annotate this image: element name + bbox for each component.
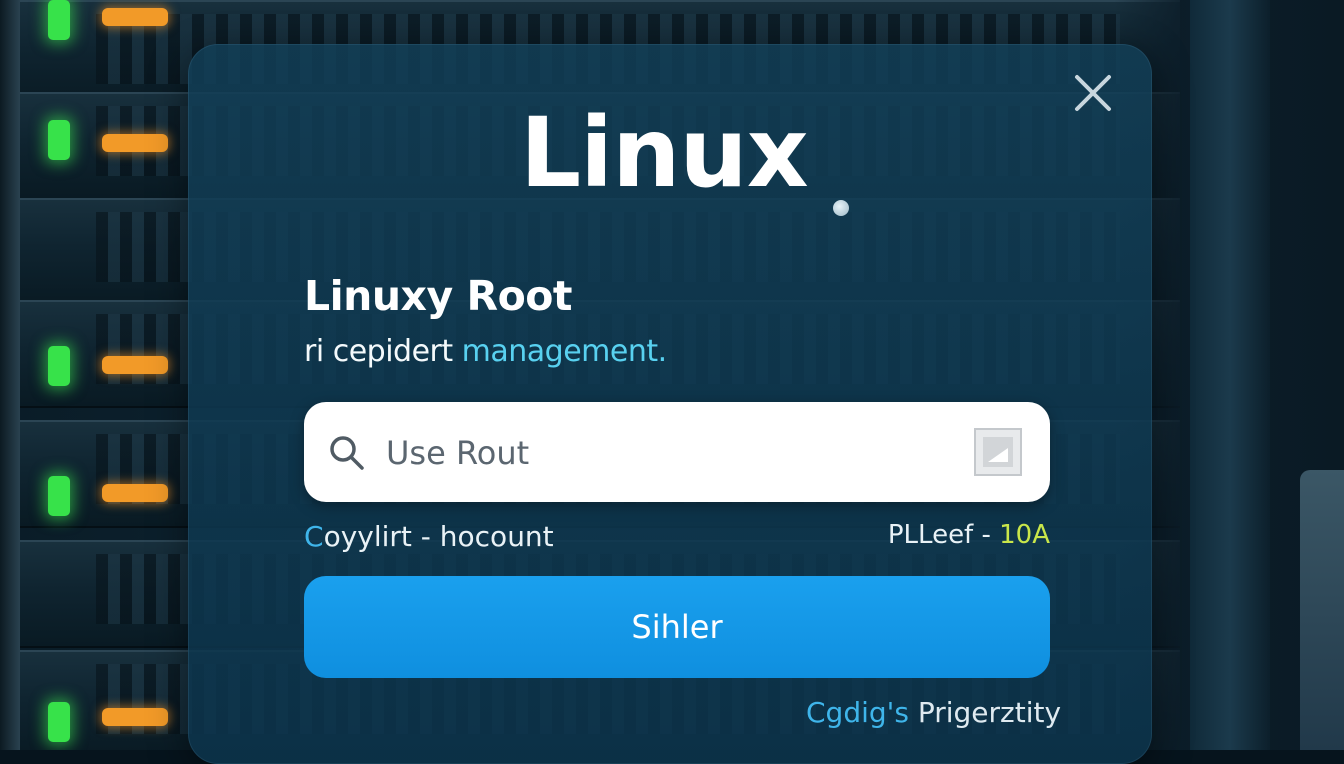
rack-rail xyxy=(0,0,20,750)
orange-led xyxy=(102,8,168,26)
footer-text: Prigerztity xyxy=(908,696,1062,729)
dialog-title: Linuxy Root xyxy=(304,272,573,320)
dialog-subtitle: ri cepidert management. xyxy=(304,334,667,369)
green-led xyxy=(48,346,70,386)
green-led xyxy=(48,0,70,40)
search-field[interactable] xyxy=(304,402,1050,502)
linux-logo: Linux xyxy=(520,88,850,218)
logo-dot xyxy=(833,200,849,216)
rack-panel xyxy=(1300,470,1344,750)
search-input[interactable] xyxy=(384,426,948,480)
links-row: Coyylirt - hocount PLLeef - 10A xyxy=(304,520,1050,560)
search-icon xyxy=(328,434,366,472)
secondary-link-accent: 10A xyxy=(999,520,1050,550)
orange-led xyxy=(102,708,168,726)
logo-text: Linux xyxy=(520,97,809,209)
subtitle-text: ri cepidert xyxy=(304,334,462,369)
subtitle-highlight: management. xyxy=(461,334,668,369)
account-link-text: oyylirt - hocount xyxy=(323,520,554,553)
green-led xyxy=(48,120,70,160)
submit-button[interactable]: Sihler xyxy=(304,576,1050,678)
orange-led xyxy=(102,134,168,152)
green-led xyxy=(48,476,70,516)
green-led xyxy=(48,702,70,742)
orange-led xyxy=(102,484,168,502)
secondary-link[interactable]: PLLeef - 10A xyxy=(888,520,1050,550)
footer-accent: Cgdig's xyxy=(806,696,909,729)
close-icon[interactable] xyxy=(1072,72,1114,114)
secondary-link-text: PLLeef - xyxy=(887,520,1000,550)
rack-post xyxy=(1190,0,1270,750)
account-link[interactable]: Coyylirt - hocount xyxy=(304,520,554,553)
account-link-accent: C xyxy=(304,520,324,553)
square-button-icon[interactable] xyxy=(974,428,1022,476)
orange-led xyxy=(102,356,168,374)
footer-link[interactable]: Cgdig's Prigerztity xyxy=(806,696,1061,729)
